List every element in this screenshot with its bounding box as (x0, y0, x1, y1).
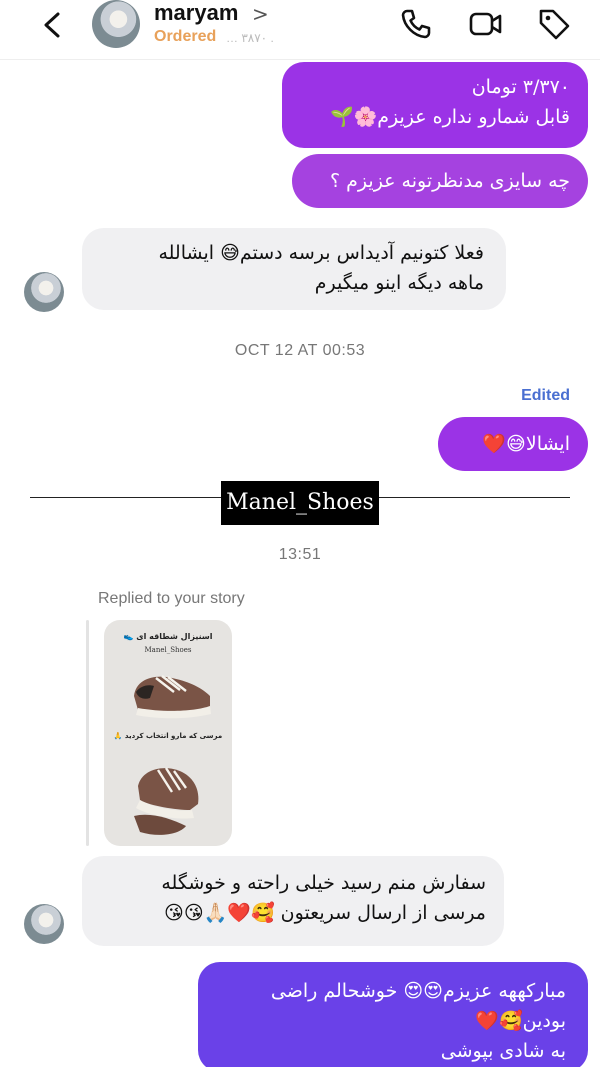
back-arrow-icon[interactable] (36, 8, 70, 42)
message-text: ایشالا😅❤️ (482, 433, 570, 455)
phone-icon[interactable] (398, 6, 434, 42)
message-text: سفارش منم رسید خیلی راحته و خوشگله (161, 872, 486, 894)
message-text: بودین🥰❤️ (475, 1010, 566, 1032)
story-caption: مرسی که مارو انتخاب کردید 🙏 (113, 732, 223, 740)
message-outgoing[interactable]: ٣/٣٧٠ تومان قابل شمارو نداره عزیزم🌸🌱 (282, 62, 588, 148)
message-outgoing[interactable]: چه سایزی مدنظرتونه عزیزم ؟ (292, 154, 588, 208)
message-incoming[interactable]: سفارش منم رسید خیلی راحته و خوشگله مرسی … (82, 856, 504, 946)
story-reply-label: Replied to your story (98, 590, 245, 607)
edited-label: Edited (521, 387, 570, 404)
tag-icon[interactable] (536, 6, 572, 42)
message-text: مرسی از ارسال سریعتون 🥰❤️🙏🏻😘😘 (164, 902, 486, 924)
story-brand: Manel_Shoes (144, 646, 192, 654)
story-thumbnail[interactable]: اسنیزال شطاقه ای 👟 Manel_Shoes مرسی که م… (104, 620, 232, 846)
contact-avatar[interactable] (92, 0, 140, 48)
shoe-image (134, 767, 199, 835)
order-status: Ordered (154, 28, 217, 45)
timestamp: 13:51 (278, 546, 322, 563)
reply-indicator-bar (86, 620, 89, 846)
message-text: مبارکههه عزیزم😍😍 خوشحالم راضی (270, 980, 566, 1002)
message-text: ماهه دیگه اینو میگیرم (314, 272, 484, 294)
message-text: فعلا کتونیم آدیداس برسه دستم😅 ایشالله (158, 242, 484, 264)
message-text: قابل شمارو نداره عزیزم🌸🌱 (329, 106, 570, 128)
message-text: چه سایزی مدنظرتونه عزیزم ؟ (330, 170, 570, 192)
sender-avatar[interactable] (24, 904, 64, 944)
message-text: ٣/٣٧٠ تومان (471, 76, 570, 98)
video-camera-icon[interactable] (468, 6, 504, 42)
contact-username[interactable]: maryam (154, 0, 238, 26)
chat-header: maryam > Ordered … ٣٨٧٠ . (0, 0, 600, 60)
status-extra-text: … ٣٨٧٠ . (226, 31, 274, 45)
message-outgoing[interactable]: ایشالا😅❤️ (438, 417, 588, 471)
watermark: Manel_Shoes (221, 481, 379, 525)
message-text: به شادی بپوشی (440, 1040, 566, 1062)
sender-avatar[interactable] (24, 272, 64, 312)
shoe-image (134, 675, 211, 719)
chevron-right-icon[interactable]: > (252, 2, 269, 26)
story-title: اسنیزال شطاقه ای 👟 (123, 632, 213, 641)
timestamp: OCT 12 AT 00:53 (234, 342, 366, 359)
message-outgoing[interactable]: مبارکههه عزیزم😍😍 خوشحالم راضی بودین🥰❤️ ب… (198, 962, 588, 1067)
message-incoming[interactable]: فعلا کتونیم آدیداس برسه دستم😅 ایشالله ما… (82, 228, 506, 310)
